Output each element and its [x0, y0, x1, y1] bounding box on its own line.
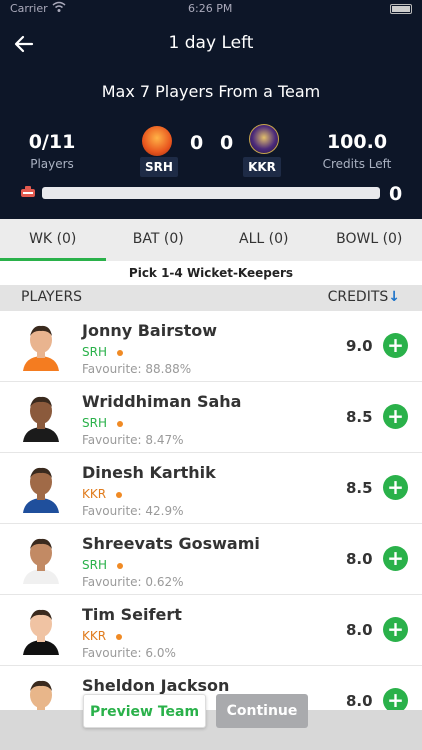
player-team: KKR: [82, 487, 123, 501]
player-name: Shreevats Goswami: [82, 534, 260, 553]
players-count: 0/11 Players: [22, 131, 82, 171]
playing-status-dot: [116, 633, 123, 640]
column-header: PLAYERS CREDITS↓: [0, 285, 422, 311]
player-credits: 9.0: [346, 337, 373, 355]
player-team: KKR: [82, 629, 123, 643]
player-name: Jonny Bairstow: [82, 321, 218, 340]
player-favourite: Favourite: 88.88%: [82, 362, 192, 376]
players-count-value: 0/11: [28, 131, 76, 153]
playing-status-dot: [116, 349, 123, 356]
player-avatar: [23, 396, 59, 442]
sort-down-icon: ↓: [388, 289, 400, 305]
player-credits: 8.0: [346, 621, 373, 639]
player-avatar: [23, 538, 59, 584]
players-count-label: Players: [30, 157, 74, 171]
kkr-logo-icon: [249, 124, 279, 154]
player-list: Jonny Bairstow SRH Favourite: 88.88% 9.0 + Wr…: [0, 311, 422, 750]
player-favourite: Favourite: 42.9%: [82, 504, 184, 518]
player-favourite: Favourite: 8.47%: [82, 433, 184, 447]
team1-code: SRH: [140, 157, 178, 177]
footer-bar: [0, 710, 422, 750]
tab-all[interactable]: ALL (0): [211, 219, 317, 261]
player-avatar: [23, 467, 59, 513]
tab-bowl[interactable]: BOWL (0): [317, 219, 422, 261]
battery-icon: [390, 4, 412, 14]
team2-code: KKR: [243, 157, 281, 177]
player-credits: 8.5: [346, 408, 373, 426]
max-players-notice: Max 7 Players From a Team: [101, 82, 321, 101]
add-player-button[interactable]: +: [383, 333, 408, 358]
player-favourite: Favourite: 6.0%: [82, 646, 176, 660]
clock-time: 6:26 PM: [188, 2, 233, 15]
wifi-icon: [52, 1, 66, 12]
pick-hint: Pick 1-4 Wicket-Keepers: [0, 261, 422, 285]
player-avatar: [23, 325, 59, 371]
match-header: Carrier 6:26 PM 1 day Left Max 7 Players…: [0, 0, 422, 219]
credits-left: 100.0 Credits Left: [314, 131, 400, 171]
player-row[interactable]: Shreevats Goswami SRH Favourite: 0.62% 8.0 +: [0, 524, 422, 595]
player-name: Dinesh Karthik: [82, 463, 216, 482]
continue-button[interactable]: Continue: [216, 694, 308, 728]
tab-wk[interactable]: WK (0): [0, 219, 106, 261]
player-team-code: SRH: [82, 558, 107, 572]
player-credits: 8.0: [346, 550, 373, 568]
add-player-button[interactable]: +: [383, 617, 408, 642]
team2-score: 0: [220, 132, 234, 154]
credits-value: 100.0: [326, 131, 388, 153]
player-team: SRH: [82, 416, 123, 430]
playing-status-dot: [116, 491, 123, 498]
player-team-code: SRH: [82, 345, 107, 359]
playing-status-dot: [116, 420, 123, 427]
add-player-button[interactable]: +: [383, 404, 408, 429]
team-badge-icon: [21, 186, 35, 197]
player-row[interactable]: Jonny Bairstow SRH Favourite: 88.88% 9.0 +: [0, 311, 422, 382]
player-credits: 8.0: [346, 692, 373, 710]
add-player-button[interactable]: +: [383, 546, 408, 571]
credits-sort-button[interactable]: CREDITS↓: [328, 289, 400, 305]
player-team: SRH: [82, 345, 123, 359]
tab-bat[interactable]: BAT (0): [106, 219, 212, 261]
preview-team-button[interactable]: Preview Team: [83, 694, 206, 728]
selection-progress-count: 0: [389, 183, 403, 205]
team1-score: 0: [190, 132, 204, 154]
player-credits: 8.5: [346, 479, 373, 497]
page-title: 1 day Left: [168, 33, 254, 53]
srh-logo-icon: [142, 126, 172, 156]
credits-column-label: CREDITS: [327, 289, 389, 305]
player-row[interactable]: Dinesh Karthik KKR Favourite: 42.9% 8.5 +: [0, 453, 422, 524]
player-name: Sheldon Jackson: [82, 676, 230, 695]
add-player-button[interactable]: +: [383, 475, 408, 500]
player-row[interactable]: Wriddhiman Saha SRH Favourite: 8.47% 8.5 +: [0, 382, 422, 453]
player-team-code: SRH: [82, 416, 107, 430]
player-name: Tim Seifert: [82, 605, 182, 624]
player-name: Wriddhiman Saha: [82, 392, 242, 411]
role-tabs: WK (0) BAT (0) ALL (0) BOWL (0): [0, 219, 422, 261]
player-favourite: Favourite: 0.62%: [82, 575, 184, 589]
playing-status-dot: [116, 562, 123, 569]
player-team-code: KKR: [82, 629, 107, 643]
players-column-label: PLAYERS: [21, 289, 83, 305]
player-team-code: KKR: [82, 487, 107, 501]
player-team: SRH: [82, 558, 123, 572]
selection-progress-bar: [42, 187, 380, 199]
credits-label: Credits Left: [322, 157, 392, 171]
carrier-label: Carrier: [10, 2, 48, 15]
status-bar: Carrier 6:26 PM: [0, 0, 422, 18]
player-row[interactable]: Tim Seifert KKR Favourite: 6.0% 8.0 +: [0, 595, 422, 666]
player-avatar: [23, 609, 59, 655]
